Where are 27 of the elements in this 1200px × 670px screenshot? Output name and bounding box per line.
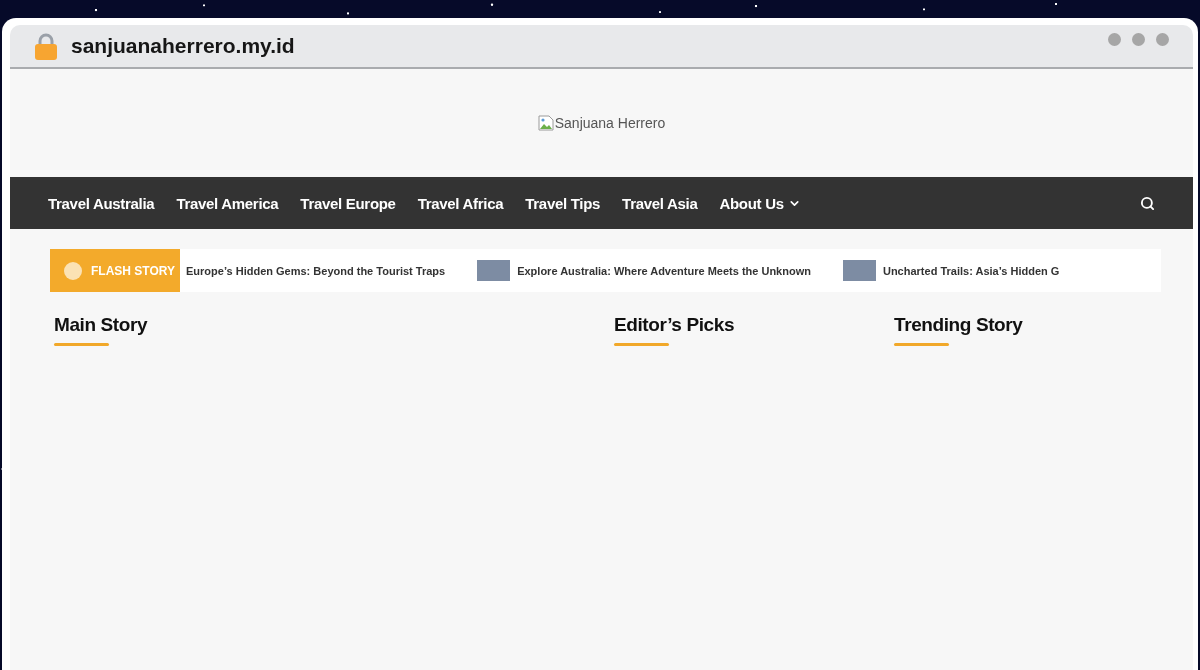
heading-underline bbox=[54, 343, 109, 346]
nav-link[interactable]: About Us bbox=[719, 194, 801, 212]
story-link[interactable]: Explore Australia: Where Adventure Meets the Unknown bbox=[517, 264, 811, 277]
story-link[interactable]: Europe’s Hidden Gems: Beyond the Tourist Traps bbox=[186, 264, 446, 277]
nav-link[interactable]: Travel Africa bbox=[417, 194, 504, 212]
nav-link[interactable]: Travel Tips bbox=[525, 194, 601, 212]
story-link[interactable]: Uncharted Trails: Asia’s Hidden G bbox=[882, 264, 1060, 277]
search-button[interactable] bbox=[1140, 195, 1155, 211]
flash-story-label: FLASH STORY bbox=[91, 263, 175, 278]
heading-underline bbox=[894, 343, 949, 346]
nav-link[interactable]: Travel Europe bbox=[300, 194, 396, 212]
window-control-icon[interactable] bbox=[1108, 33, 1121, 46]
section-heading: Trending Story bbox=[894, 314, 1023, 336]
padlock-icon bbox=[35, 32, 57, 60]
nav-link[interactable]: Travel America bbox=[176, 194, 279, 212]
section-heading: Editor’s Picks bbox=[614, 314, 735, 336]
circle-icon bbox=[64, 261, 82, 280]
window-control-icon[interactable] bbox=[1156, 33, 1169, 46]
logo-alt-text: Sanjuana Herrero bbox=[554, 115, 666, 131]
search-icon bbox=[1140, 195, 1155, 211]
window-control-icon[interactable] bbox=[1132, 33, 1145, 46]
nav-link[interactable]: Travel Asia bbox=[622, 194, 698, 212]
heading-underline bbox=[614, 343, 669, 346]
section-heading: Main Story bbox=[54, 314, 148, 336]
url-text: sanjuanaherrero.my.id bbox=[71, 34, 295, 58]
broken-image-icon bbox=[537, 115, 554, 131]
nav-link[interactable]: Travel Australia bbox=[48, 194, 155, 212]
